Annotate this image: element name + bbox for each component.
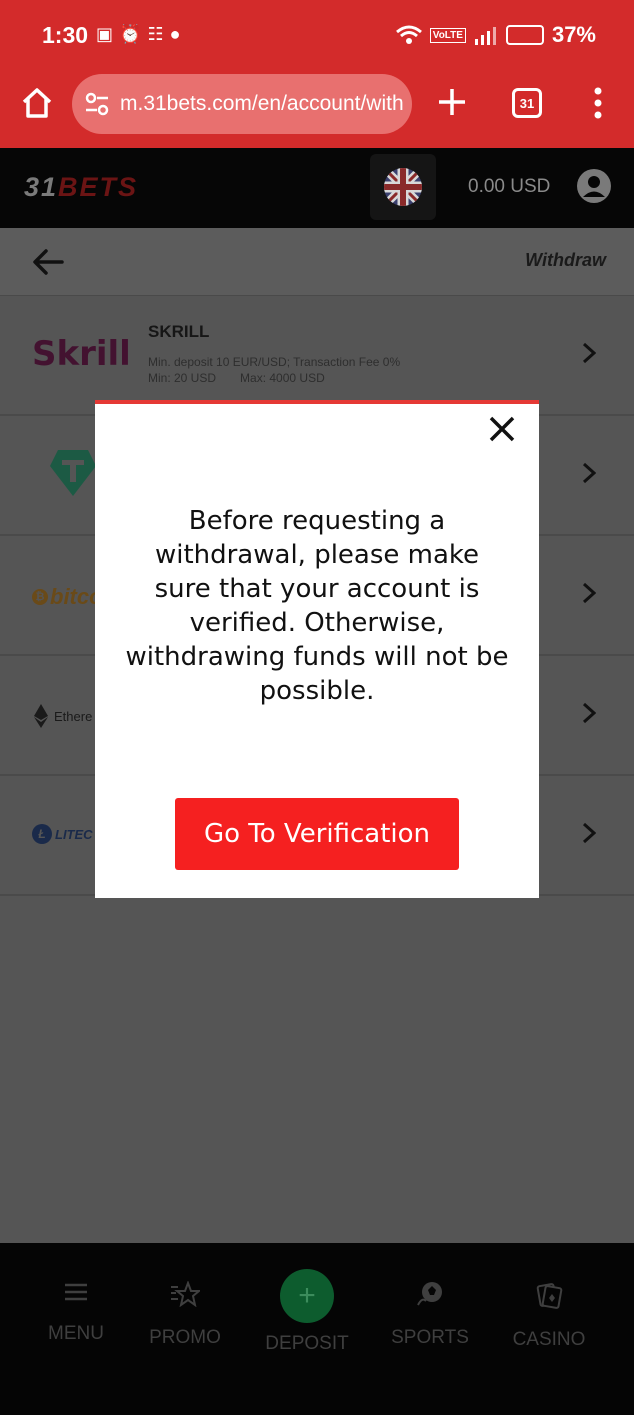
litecoin-logo: Ł LITEC <box>32 824 93 844</box>
tether-logo-icon <box>50 450 96 496</box>
modal-message: Before requesting a withdrawal, please m… <box>125 506 509 706</box>
nav-menu[interactable]: MENU <box>21 1281 131 1345</box>
bitcoin-logo: ₿ bitco <box>32 584 103 610</box>
back-arrow-icon[interactable] <box>30 244 66 280</box>
nav-label: SPORTS <box>391 1327 469 1348</box>
nav-label: MENU <box>48 1323 104 1344</box>
home-icon[interactable] <box>20 86 54 120</box>
uk-flag-icon <box>384 168 422 206</box>
payment-method-name: SKRILL <box>148 322 210 341</box>
balance-display: 0.00 USD <box>468 176 551 197</box>
payment-info-line: Min. deposit 10 EUR/USD; Transaction Fee… <box>148 355 401 369</box>
chevron-right-icon <box>582 582 596 604</box>
chevron-right-icon <box>582 342 596 364</box>
wifi-icon <box>395 25 422 44</box>
alarm-icon: ⏰ <box>119 24 142 44</box>
battery-percent: 37% <box>551 22 596 47</box>
nav-label: PROMO <box>149 1327 221 1348</box>
vibrate-icon: ☷ <box>147 24 164 44</box>
nav-label: CASINO <box>512 1329 586 1350</box>
menu-icon <box>65 1283 87 1301</box>
page-title: Withdraw <box>525 250 606 270</box>
status-icons-right: VoLTE 37% <box>395 22 596 48</box>
status-time: 1:30 <box>42 22 89 48</box>
site-settings-icon[interactable] <box>84 91 110 117</box>
promo-star-icon <box>171 1281 200 1307</box>
nfc-icon: ▣ <box>96 24 114 44</box>
battery-icon <box>505 25 544 45</box>
payment-max: Max: 4000 USD <box>240 371 325 385</box>
status-bar: 1:30 ▣ ⏰ ☷ ● VoLTE 37% <box>0 0 634 70</box>
close-icon[interactable] <box>487 414 517 444</box>
bottom-navigation: MENU PROMO + DEPOSIT SPORTS CASINO <box>0 1243 634 1415</box>
url-text: m.31bets.com/en/account/with <box>120 92 404 115</box>
nav-label: DEPOSIT <box>265 1333 349 1354</box>
volte-badge: VoLTE <box>429 27 466 43</box>
page-header: Withdraw <box>0 228 634 296</box>
more-options-icon[interactable] <box>590 86 606 120</box>
nav-sports[interactable]: SPORTS <box>375 1281 485 1349</box>
skrill-logo: Skrill <box>32 334 131 374</box>
site-logo[interactable]: 31BETS <box>24 172 138 203</box>
ethereum-diamond-icon <box>34 704 48 728</box>
browser-toolbar: m.31bets.com/en/account/with 31 <box>0 70 634 148</box>
new-tab-icon[interactable] <box>436 86 468 118</box>
payment-min: Min: 20 USD <box>148 371 217 385</box>
litecoin-coin-icon: Ł <box>32 824 52 844</box>
tab-switcher-button[interactable]: 31 <box>512 88 542 118</box>
nav-promo[interactable]: PROMO <box>130 1281 240 1349</box>
nav-casino[interactable]: CASINO <box>494 1281 604 1351</box>
verification-modal: Before requesting a withdrawal, please m… <box>95 400 539 898</box>
account-icon[interactable] <box>576 168 612 204</box>
plus-circle-icon: + <box>280 1269 334 1323</box>
site-header: 31BETS 0.00 USD <box>0 148 634 228</box>
chevron-right-icon <box>582 822 596 844</box>
payment-method-skrill[interactable]: Skrill SKRILL Min. deposit 10 EUR/USD; T… <box>0 296 634 416</box>
chevron-right-icon <box>582 462 596 484</box>
soccer-ball-icon <box>417 1282 442 1306</box>
status-icons-left: ▣ ⏰ ☷ ● <box>96 24 180 45</box>
signal-icon <box>474 27 496 45</box>
chat-bubble-icon: ● <box>169 24 181 44</box>
language-selector[interactable] <box>370 154 436 220</box>
chevron-right-icon <box>582 702 596 724</box>
nav-deposit[interactable]: + DEPOSIT <box>252 1269 362 1355</box>
go-to-verification-button[interactable]: Go To Verification <box>175 798 459 870</box>
payment-method-info: Min. deposit 10 EUR/USD; Transaction Fee… <box>148 354 400 386</box>
cards-icon <box>536 1283 563 1309</box>
bitcoin-coin-icon: ₿ <box>32 589 48 605</box>
address-bar[interactable]: m.31bets.com/en/account/with <box>72 74 412 134</box>
ethereum-logo: Ethere <box>34 704 92 728</box>
